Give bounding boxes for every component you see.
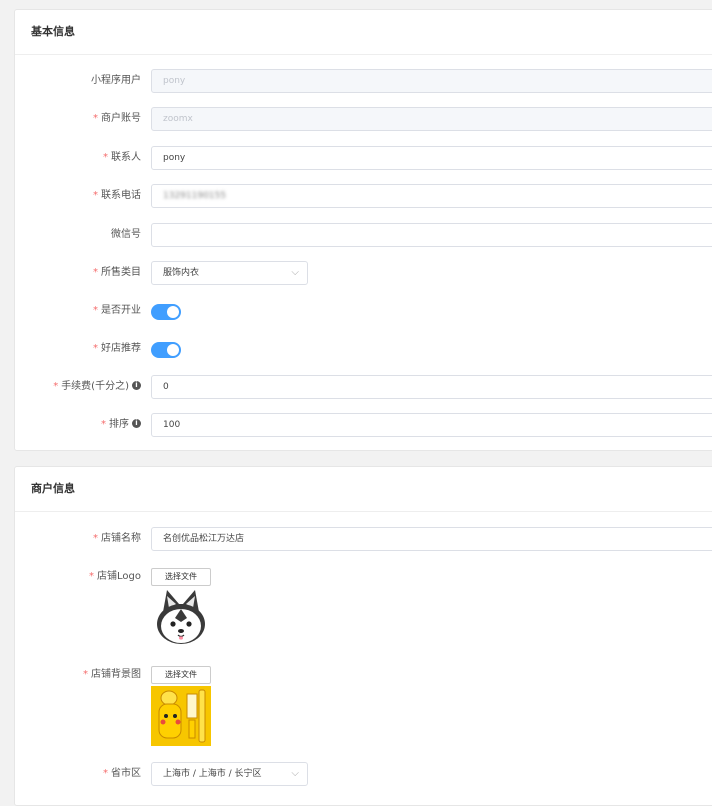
sort-label: * 排序 i [101, 412, 141, 438]
row-wechat: 微信号 [15, 222, 712, 248]
row-miniprogram-user: 小程序用户 pony [15, 68, 712, 94]
store-name-input[interactable]: 名创优品松江万达店 [151, 527, 712, 551]
row-recommended: * 好店推荐 [15, 336, 712, 362]
store-logo-label: * 店铺Logo [89, 571, 141, 582]
chevron-down-icon: ⌵ [291, 768, 299, 779]
row-contact: * 联系人 pony [15, 145, 712, 171]
wechat-input[interactable] [151, 223, 712, 247]
toggle-knob [167, 344, 179, 356]
category-select[interactable]: 服饰内衣 ⌵ [151, 261, 308, 285]
wechat-label: 微信号 [111, 229, 141, 240]
fee-label: * 手续费(千分之) i [53, 374, 141, 400]
category-value: 服饰内衣 [163, 268, 200, 278]
row-region: * 省市区 上海市 / 上海市 / 长宁区 ⌵ [15, 761, 712, 787]
row-fee: * 手续费(千分之) i 0 [15, 374, 712, 400]
is-open-toggle[interactable] [151, 304, 181, 320]
recommended-label: * 好店推荐 [93, 343, 141, 354]
merchant-info-card: 商户信息 * 店铺名称 名创优品松江万达店 * 店铺Logo 选择文件 * 店铺背景图… [14, 466, 712, 806]
merchant-account-field: zoomx [151, 107, 712, 131]
row-sort: * 排序 i 100 [15, 412, 712, 438]
choose-logo-button[interactable]: 选择文件 [151, 568, 211, 586]
row-store-logo: * 店铺Logo 选择文件 [15, 564, 712, 656]
phone-value: 13291190155 [163, 191, 226, 201]
row-is-open: * 是否开业 [15, 298, 712, 324]
region-cascader[interactable]: 上海市 / 上海市 / 长宁区 ⌵ [151, 762, 308, 786]
fee-input[interactable]: 0 [151, 375, 712, 399]
region-value: 上海市 / 上海市 / 长宁区 [163, 769, 262, 779]
phone-input[interactable]: 13291190155 [151, 184, 712, 208]
is-open-label: * 是否开业 [93, 305, 141, 316]
region-label: * 省市区 [103, 768, 141, 779]
merchant-account-label: * 商户账号 [93, 113, 141, 124]
store-bg-label: * 店铺背景图 [83, 669, 141, 680]
merchant-info-title: 商户信息 [15, 467, 712, 512]
background-image [151, 686, 211, 746]
info-icon[interactable]: i [132, 418, 141, 428]
contact-input[interactable]: pony [151, 146, 712, 170]
miniprogram-user-field: pony [151, 69, 712, 93]
logo-image [157, 590, 205, 644]
row-store-bg: * 店铺背景图 选择文件 [15, 662, 712, 748]
basic-info-card: 基本信息 小程序用户 pony * 商户账号 zoomx * 联系人 pony * 联… [14, 9, 712, 451]
sort-input[interactable]: 100 [151, 413, 712, 437]
phone-label: * 联系电话 [93, 190, 141, 201]
row-merchant-account: * 商户账号 zoomx [15, 106, 712, 132]
basic-info-title: 基本信息 [15, 10, 712, 55]
category-label: * 所售类目 [93, 267, 141, 278]
choose-bg-button[interactable]: 选择文件 [151, 666, 211, 684]
store-name-label: * 店铺名称 [93, 533, 141, 544]
contact-label: * 联系人 [103, 152, 141, 163]
toggle-knob [167, 306, 179, 318]
row-category: * 所售类目 服饰内衣 ⌵ [15, 260, 712, 286]
row-phone: * 联系电话 13291190155 [15, 183, 712, 209]
chevron-down-icon: ⌵ [291, 267, 299, 278]
row-store-name: * 店铺名称 名创优品松江万达店 [15, 526, 712, 552]
recommended-toggle[interactable] [151, 342, 181, 358]
info-icon[interactable]: i [132, 380, 141, 390]
miniprogram-user-label: 小程序用户 [91, 75, 141, 86]
